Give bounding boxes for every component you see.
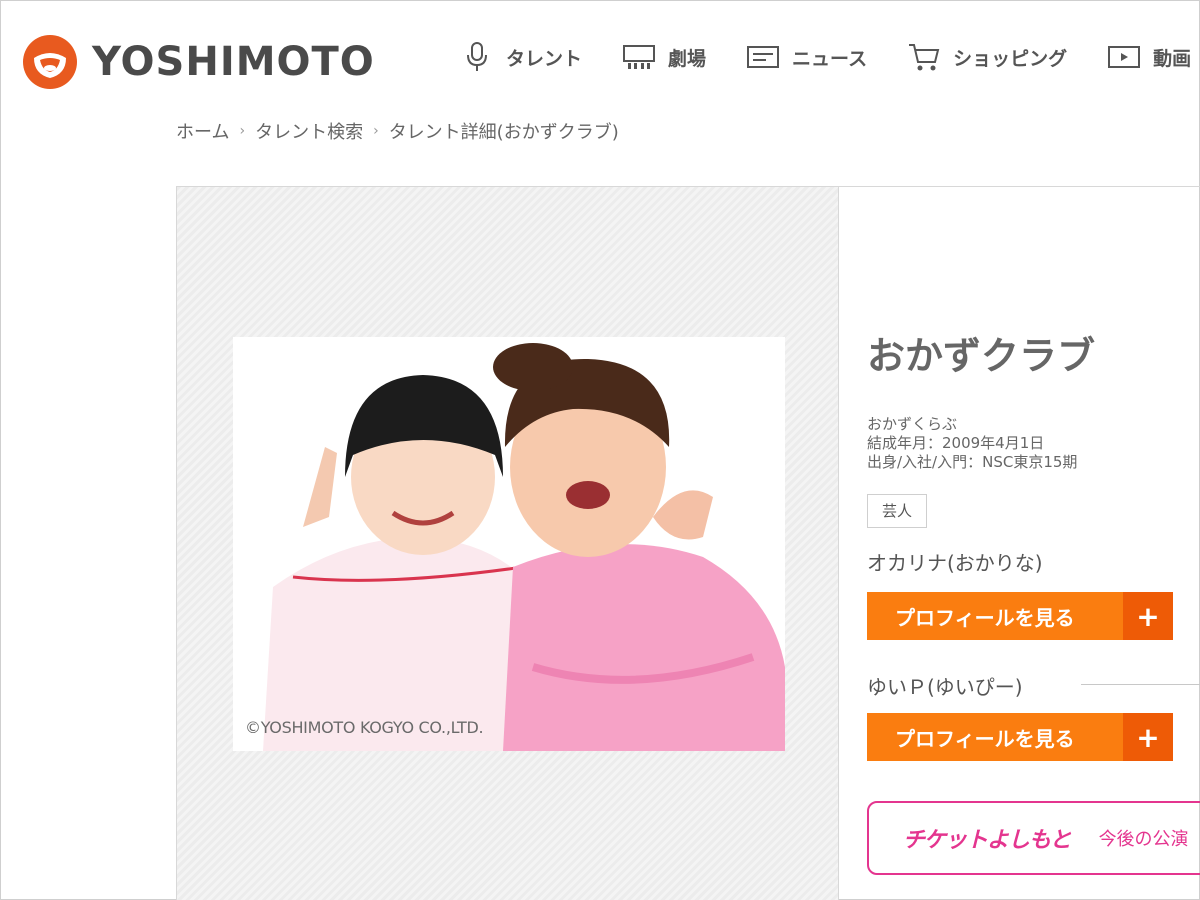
- talent-info: おかずクラブ おかずくらぶ 結成年月：2009年4月1日 出身/入社/入門：NS…: [867, 187, 1200, 900]
- talent-reading: おかずくらぶ: [867, 415, 958, 433]
- ticket-yoshimoto-banner[interactable]: チケットよしもと 今後の公演: [867, 801, 1200, 875]
- main-nav: タレント 劇場 ニュース ショッピング 動画: [460, 40, 1200, 74]
- member-name-okarina: オカリナ(おかりな): [867, 551, 1043, 575]
- talent-formed-date: 結成年月：2009年4月1日: [867, 434, 1045, 452]
- talent-photo-illustration: [233, 337, 785, 751]
- plus-icon: +: [1123, 592, 1173, 640]
- nav-label: ショッピング: [953, 47, 1068, 70]
- divider: [1081, 684, 1200, 685]
- talent-name: おかずクラブ: [867, 334, 1096, 378]
- plus-icon: +: [1123, 713, 1173, 761]
- photo-copyright: ©YOSHIMOTO KOGYO CO.,LTD.: [245, 718, 484, 737]
- microphone-icon: [460, 40, 494, 74]
- breadcrumb: ホーム › タレント検索 › タレント詳細(おかずクラブ): [176, 118, 619, 144]
- member-name-yuip: ゆいＰ(ゆいぴー): [867, 675, 1023, 699]
- breadcrumb-talent-search[interactable]: タレント検索: [255, 118, 363, 144]
- ticket-yoshimoto-logo: チケットよしもと: [903, 828, 1072, 853]
- talent-detail-card: ©YOSHIMOTO KOGYO CO.,LTD. おかずクラブ おかずくらぶ …: [176, 186, 1200, 900]
- photo-panel: ©YOSHIMOTO KOGYO CO.,LTD.: [177, 187, 839, 900]
- category-tag[interactable]: 芸人: [867, 494, 928, 528]
- nav-item-video[interactable]: 動画: [1107, 40, 1191, 74]
- breadcrumb-home[interactable]: ホーム: [176, 118, 229, 144]
- theater-icon: [622, 40, 656, 74]
- view-profile-label: プロフィールを見る: [895, 605, 1075, 630]
- video-icon: [1107, 40, 1141, 74]
- nav-item-shopping[interactable]: ショッピング: [907, 40, 1067, 74]
- upcoming-shows-link: 今後の公演: [1098, 829, 1189, 850]
- yoshimoto-logo-icon: [23, 35, 77, 89]
- breadcrumb-current: タレント詳細(おかずクラブ): [388, 122, 619, 143]
- site-header: YOSHIMOTO タレント 劇場 ニュース ショッピング 動画: [0, 0, 1200, 110]
- breadcrumb-separator-icon: ›: [239, 123, 246, 139]
- nav-item-news[interactable]: ニュース: [746, 40, 867, 74]
- nav-label: 劇場: [668, 47, 707, 70]
- breadcrumb-separator-icon: ›: [373, 123, 379, 139]
- view-profile-label: プロフィールを見る: [895, 726, 1075, 751]
- talent-photo: ©YOSHIMOTO KOGYO CO.,LTD.: [233, 337, 785, 751]
- view-profile-button-yuip[interactable]: プロフィールを見る +: [867, 713, 1173, 761]
- nav-label: 動画: [1153, 47, 1192, 70]
- nav-label: タレント: [506, 47, 583, 70]
- nav-item-theater[interactable]: 劇場: [622, 40, 706, 74]
- nav-label: ニュース: [792, 47, 868, 70]
- news-icon: [746, 40, 780, 74]
- logo-text: YOSHIMOTO: [92, 39, 375, 85]
- site-logo[interactable]: YOSHIMOTO: [22, 34, 375, 90]
- nav-item-talent[interactable]: タレント: [460, 40, 582, 74]
- talent-origin: 出身/入社/入門：NSC東京15期: [867, 453, 1078, 471]
- view-profile-button-okarina[interactable]: プロフィールを見る +: [867, 592, 1173, 640]
- cart-icon: [907, 40, 941, 74]
- talent-meta: おかずくらぶ 結成年月：2009年4月1日 出身/入社/入門：NSC東京15期: [867, 415, 1077, 472]
